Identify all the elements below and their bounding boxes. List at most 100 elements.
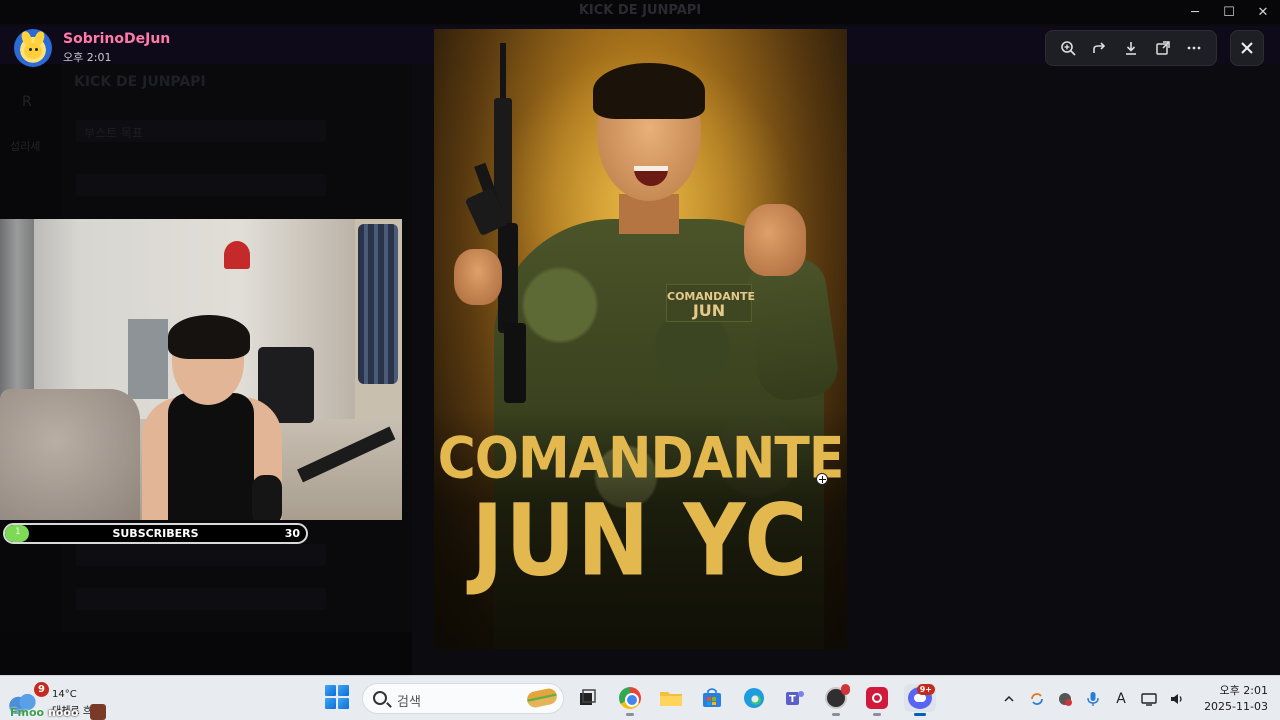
- server-name: KICK DE JUNPAPI: [74, 74, 206, 90]
- taskbar-clock[interactable]: 오후 2:01 2025-11-03: [1196, 682, 1268, 713]
- taskbar-store[interactable]: [698, 684, 726, 712]
- record-icon: [866, 687, 888, 709]
- system-tray: A: [998, 686, 1188, 712]
- maximize-button[interactable]: ☐: [1212, 0, 1246, 24]
- streamer-hair: [168, 315, 250, 359]
- subscribers-goal: 30: [284, 527, 300, 540]
- viewed-image-poster[interactable]: COMANDANTE JUN COMANDANTE JUN YC: [434, 29, 847, 649]
- search-icon: [373, 691, 387, 705]
- sync-icon[interactable]: [1026, 688, 1048, 710]
- channel-row[interactable]: [76, 544, 326, 566]
- display-icon[interactable]: [1138, 688, 1160, 710]
- channel-row[interactable]: [76, 174, 326, 196]
- taskbar-teams[interactable]: T: [781, 684, 809, 712]
- cam-red-hat: [224, 241, 250, 269]
- taskbar-recorder[interactable]: [863, 684, 891, 716]
- channel-row[interactable]: [76, 588, 326, 610]
- running-indicator: [832, 713, 840, 716]
- zoom-in-icon[interactable]: [1055, 35, 1081, 61]
- poster-title-line-1: COMANDANTE: [437, 426, 845, 492]
- user-panel: [0, 632, 412, 675]
- running-indicator: [626, 713, 634, 716]
- rifle-illustration: [465, 43, 526, 403]
- windows-logo-tile: [338, 698, 349, 709]
- window-title: KICK DE JUNPAPI: [578, 3, 702, 18]
- avatar-face: [24, 43, 42, 59]
- windows-logo-tile: [325, 698, 336, 709]
- volume-icon[interactable]: [1166, 688, 1188, 710]
- taskbar-file-explorer[interactable]: [657, 684, 685, 712]
- emote-icon: [90, 704, 106, 720]
- windows-logo-tile: [325, 685, 336, 696]
- screen: KICK DE JUNPAPI ─ ☐ ✕ R 섭리세 KICK DE JUNP…: [0, 0, 1280, 720]
- taskbar-edge[interactable]: [740, 684, 768, 712]
- close-viewer-button[interactable]: [1230, 30, 1264, 66]
- weather-badge: 9: [34, 682, 49, 697]
- soldier-fist: [744, 204, 806, 276]
- overlay-chat-user: Fmoo: [10, 706, 45, 719]
- subscribers-goal-bar: 1 SUBSCRIBERS 30: [3, 523, 308, 544]
- taskbar-discord[interactable]: 9+: [904, 684, 936, 716]
- avatar-eye: [35, 48, 38, 51]
- weather-widget[interactable]: 9 14°C 대체로 흐림 Fmoo nooo: [6, 680, 116, 720]
- weather-temperature: 14°C: [52, 689, 77, 700]
- server-rail-label: 섭리세: [10, 140, 41, 153]
- uploader-username[interactable]: SobrinoDeJun: [63, 31, 170, 47]
- cam-bed: [0, 389, 140, 520]
- window-titlebar: KICK DE JUNPAPI ─ ☐ ✕: [0, 0, 1280, 24]
- close-icon: [1241, 42, 1253, 54]
- taskbar-chrome[interactable]: [616, 684, 644, 716]
- window-close-button[interactable]: ✕: [1246, 0, 1280, 24]
- open-external-icon[interactable]: [1150, 35, 1176, 61]
- teams-icon: T: [786, 691, 804, 705]
- chevron-up-icon[interactable]: [998, 688, 1020, 710]
- discord-icon: 9+: [908, 684, 935, 709]
- server-letter: R: [22, 94, 32, 110]
- obs-recording-dot: [841, 684, 850, 695]
- soldier-hand: [454, 249, 502, 305]
- obs-icon: [825, 684, 850, 709]
- webcam-feed: [0, 219, 402, 520]
- start-button[interactable]: [325, 685, 349, 709]
- overlay-chat-text: nooo: [47, 706, 79, 719]
- poster-title-line-2: JUN YC: [471, 483, 810, 599]
- network-status-icon[interactable]: [1054, 688, 1076, 710]
- more-icon[interactable]: [1181, 35, 1207, 61]
- avatar[interactable]: [14, 29, 52, 67]
- cam-hanging-clothes: [358, 224, 398, 384]
- task-view-icon: [580, 689, 596, 705]
- discord-badge: 9+: [916, 684, 935, 695]
- window-controls: ─ ☐ ✕: [1178, 0, 1280, 24]
- running-indicator: [873, 713, 881, 716]
- input-language-indicator[interactable]: A: [1110, 688, 1132, 710]
- image-viewer-toolbar: [1045, 30, 1217, 66]
- forward-icon[interactable]: [1086, 35, 1112, 61]
- soldier-hair: [593, 63, 705, 119]
- avatar-eye: [29, 48, 32, 51]
- upload-timestamp: 오후 2:01: [63, 51, 112, 64]
- zoom-cursor-icon: [816, 473, 828, 485]
- windows-taskbar: 9 14°C 대체로 흐림 Fmoo nooo 검색 T 9+ A 오후 2:0…: [0, 675, 1280, 720]
- svg-text:T: T: [789, 694, 796, 705]
- taskbar-obs[interactable]: [822, 684, 850, 716]
- active-indicator: [914, 713, 926, 716]
- patch-line-2: JUN: [692, 301, 726, 320]
- record-ring: [872, 693, 882, 703]
- minimize-button[interactable]: ─: [1178, 0, 1212, 24]
- download-icon[interactable]: [1118, 35, 1144, 61]
- taskbar-search-box[interactable]: 검색: [362, 683, 564, 714]
- microphone-icon[interactable]: [1082, 688, 1104, 710]
- store-icon: [703, 688, 721, 707]
- edge-icon: [744, 688, 764, 708]
- microphone: [252, 475, 282, 520]
- uniform-name-patch: COMANDANTE JUN: [666, 284, 755, 322]
- streamer-tank-top: [168, 393, 254, 520]
- discord-face: [914, 694, 926, 702]
- clock-date: 2025-11-03: [1204, 700, 1268, 713]
- clock-time: 오후 2:01: [1219, 684, 1268, 697]
- subscribers-label: SUBSCRIBERS: [112, 527, 199, 540]
- boost-goal-label: 부스트 목표: [84, 126, 144, 140]
- boost-goal-row[interactable]: 부스트 목표: [76, 120, 326, 142]
- overlay-chat-line: Fmoo nooo: [10, 706, 78, 719]
- task-view-button[interactable]: [573, 684, 601, 712]
